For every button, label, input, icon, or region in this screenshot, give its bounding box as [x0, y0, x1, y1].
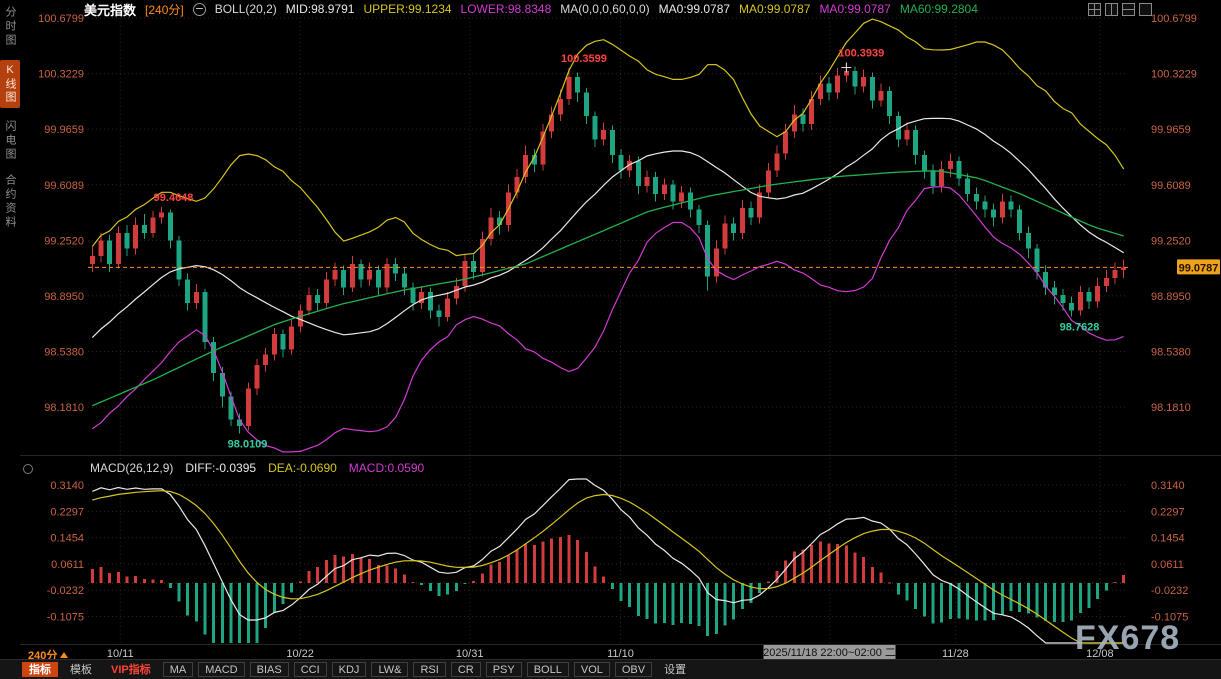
zoom-out-icon[interactable]: [193, 3, 206, 16]
chart-header: 美元指数 [240分] BOLL(20,2) MID:98.9791 UPPER…: [84, 0, 978, 18]
macd-params-label: MACD(26,12,9): [90, 461, 173, 475]
layout-single-icon[interactable]: [1139, 3, 1152, 16]
layout-quad-icon[interactable]: [1088, 3, 1101, 16]
svg-text:99.2520: 99.2520: [44, 235, 84, 247]
ma-values: MA0:99.0787 MA0:99.0787 MA0:99.0787 MA60:99…: [659, 2, 978, 16]
toolbar-tab-vol[interactable]: VOL: [574, 662, 610, 677]
candlesticks: [90, 63, 1126, 434]
svg-text:98.1810: 98.1810: [1151, 402, 1191, 414]
bottom-toolbar: 指标模板 VIP指标 MA MACD BIAS CCI KDJ LW&RSI CR PSY BOLL…: [0, 659, 1221, 679]
current-price-line: 99.0787: [88, 259, 1220, 274]
svg-text:98.5380: 98.5380: [1151, 347, 1191, 359]
macd-histogram: [91, 535, 1125, 643]
svg-text:98.1810: 98.1810: [44, 402, 84, 414]
ma-value-1: MA0:99.0787: [739, 2, 810, 16]
toolbar-tab-vip-indicators[interactable]: VIP指标: [104, 662, 158, 677]
period-up-arrow-icon: [60, 652, 68, 658]
svg-text:100.6799: 100.6799: [38, 13, 84, 25]
svg-text:0.2297: 0.2297: [50, 506, 84, 518]
svg-text:98.5380: 98.5380: [44, 347, 84, 359]
toolbar-tab-bias[interactable]: BIAS: [250, 662, 289, 677]
svg-text:99.0787: 99.0787: [1179, 262, 1219, 274]
svg-text:2025/11/18 22:00~02:00 二: 2025/11/18 22:00~02:00 二: [763, 647, 896, 659]
svg-text:-0.0232: -0.0232: [1151, 585, 1188, 597]
price-annotations: 99.4648 98.0109 100.3599 100.3939 98.7628: [154, 48, 1100, 451]
ma-value-2: MA0:99.0787: [819, 2, 890, 16]
svg-text:99.4648: 99.4648: [154, 192, 194, 204]
layout-vsplit-icon[interactable]: [1105, 3, 1118, 16]
overlay-lines: [92, 19, 1123, 452]
period-label[interactable]: [240分]: [145, 1, 184, 18]
ma-value-3: MA60:99.2804: [900, 2, 978, 16]
boll-mid-value: MID:98.9791: [286, 2, 355, 16]
svg-text:0.0611: 0.0611: [51, 559, 84, 571]
boll-lower-value: LOWER:98.8348: [461, 2, 552, 16]
toolbar-tab-obv[interactable]: OBV: [615, 662, 652, 677]
svg-text:-0.0232: -0.0232: [47, 585, 84, 597]
toolbar-tab-templates[interactable]: 模板: [63, 662, 99, 677]
axis-labels: 100.6799 100.6799 100.3229 100.3229 99.9659 9…: [38, 13, 1197, 660]
left-sidebar: 分时图 K线图 闪电图 合约资料: [0, 0, 20, 659]
svg-text:0.3140: 0.3140: [1151, 480, 1185, 492]
svg-text:100.6799: 100.6799: [1151, 13, 1197, 25]
watermark: FX678: [1075, 620, 1180, 656]
macd-hist-value: MACD:0.0590: [349, 461, 424, 475]
toolbar-tab-psy[interactable]: PSY: [486, 662, 522, 677]
toolbar-tab-macd[interactable]: MACD: [198, 662, 244, 677]
svg-text:100.3939: 100.3939: [838, 48, 884, 60]
symbol-title: 美元指数: [84, 0, 136, 19]
toolbar-tab-lwr[interactable]: LW&: [371, 662, 408, 677]
svg-text:0.3140: 0.3140: [50, 480, 84, 492]
trading-app: 100.6799 100.6799 100.3229 100.3229 99.9659 9…: [0, 0, 1221, 679]
chart-canvas[interactable]: 100.6799 100.6799 100.3229 100.3229 99.9659 9…: [0, 0, 1221, 679]
toolbar-tab-rsi[interactable]: RSI: [413, 662, 445, 677]
svg-text:99.9659: 99.9659: [44, 124, 84, 136]
svg-text:-0.1075: -0.1075: [47, 612, 84, 624]
toolbar-tab-cr[interactable]: CR: [451, 662, 481, 677]
panel-collapse-icon[interactable]: [23, 464, 33, 474]
sidebar-item-contract-info[interactable]: 合约资料: [2, 174, 18, 230]
svg-text:0.2297: 0.2297: [1151, 506, 1185, 518]
macd-diff-value: DIFF:-0.0395: [185, 461, 256, 475]
svg-text:0.0611: 0.0611: [1151, 559, 1184, 571]
svg-text:98.8950: 98.8950: [44, 291, 84, 303]
svg-text:99.6089: 99.6089: [44, 180, 84, 192]
macd-legend: MACD(26,12,9) DIFF:-0.0395 DEA:-0.0690 M…: [90, 461, 424, 475]
sidebar-item-flash-chart[interactable]: 闪电图: [2, 120, 18, 162]
svg-text:98.0109: 98.0109: [228, 439, 268, 451]
macd-dea-value: DEA:-0.0690: [268, 461, 337, 475]
sidebar-item-candle-chart[interactable]: K线图: [0, 60, 20, 108]
layout-hsplit-icon[interactable]: [1122, 3, 1135, 16]
boll-upper-value: UPPER:99.1234: [363, 2, 451, 16]
svg-text:99.2520: 99.2520: [1151, 235, 1191, 247]
ma-value-0: MA0:99.0787: [659, 2, 730, 16]
gridlines: [88, 18, 1128, 644]
svg-text:100.3229: 100.3229: [1151, 69, 1197, 81]
boll-label: BOLL(20,2): [215, 2, 277, 16]
svg-text:99.9659: 99.9659: [1151, 124, 1191, 136]
svg-text:98.8950: 98.8950: [1151, 291, 1191, 303]
ma-label: MA(0,0,0,60,0,0): [560, 2, 649, 16]
toolbar-tab-settings[interactable]: 设置: [657, 662, 693, 677]
toolbar-tab-kdj[interactable]: KDJ: [332, 662, 367, 677]
toolbar-tab-cci[interactable]: CCI: [294, 662, 327, 677]
toolbar-tab-ma[interactable]: MA: [163, 662, 194, 677]
svg-text:100.3599: 100.3599: [561, 53, 607, 65]
svg-text:0.1454: 0.1454: [50, 533, 84, 545]
svg-text:98.7628: 98.7628: [1060, 322, 1100, 334]
layout-icons-group: [1088, 3, 1152, 16]
toolbar-tab-indicators[interactable]: 指标: [22, 662, 58, 677]
svg-text:0.1454: 0.1454: [1151, 533, 1185, 545]
svg-text:99.6089: 99.6089: [1151, 180, 1191, 192]
svg-text:100.3229: 100.3229: [38, 69, 84, 81]
sidebar-item-time-share-chart[interactable]: 分时图: [2, 6, 18, 48]
toolbar-tab-boll[interactable]: BOLL: [527, 662, 569, 677]
